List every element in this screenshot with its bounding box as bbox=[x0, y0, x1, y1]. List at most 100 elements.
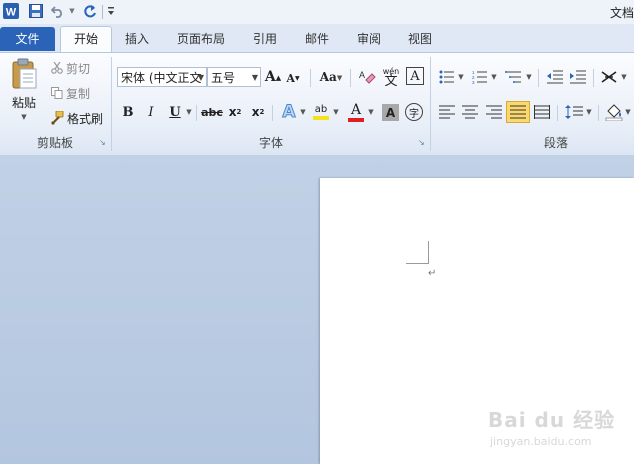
paragraph-group-label: 段落 bbox=[543, 136, 568, 150]
font-name-combo[interactable]: 宋体 (中文正文 ▼ bbox=[117, 67, 207, 87]
format-painter-button[interactable]: 格式刷 bbox=[67, 111, 107, 126]
superscript-icon: x bbox=[251, 105, 260, 119]
clipboard-group-label: 剪贴板 bbox=[36, 136, 73, 150]
font-separator bbox=[272, 105, 273, 121]
copy-button[interactable]: 复制 bbox=[66, 86, 94, 101]
ribbon: 粘贴 ▼ 剪切 复制 格式刷 剪贴板 ↘ 宋体 (中文正文 ▼ 五号 ▼ A ▲ … bbox=[0, 52, 634, 156]
margin-corner-mark bbox=[406, 241, 429, 264]
chinese-layout-icon[interactable] bbox=[599, 67, 619, 87]
font-color-bar bbox=[348, 117, 364, 122]
strikethrough-button[interactable]: abc bbox=[201, 102, 223, 122]
font-separator bbox=[310, 69, 311, 87]
copy-icon[interactable] bbox=[50, 86, 64, 100]
shading-icon[interactable] bbox=[604, 101, 624, 123]
font-separator bbox=[196, 105, 197, 121]
font-color-button[interactable]: A bbox=[346, 101, 366, 123]
bullets-icon[interactable] bbox=[438, 67, 456, 87]
line-spacing-icon[interactable] bbox=[563, 102, 585, 122]
format-painter-icon[interactable] bbox=[50, 111, 64, 125]
enclose-characters-button[interactable]: 字 bbox=[405, 103, 423, 121]
tab-view[interactable]: 视图 bbox=[400, 28, 440, 50]
tab-references[interactable]: 引用 bbox=[245, 28, 285, 50]
font-color-dropdown-icon[interactable]: ▼ bbox=[367, 107, 375, 117]
character-border-icon: A bbox=[410, 68, 420, 84]
highlight-button[interactable]: ab bbox=[311, 101, 331, 123]
paragraph-separator bbox=[598, 105, 599, 121]
font-name-value: 宋体 (中文正文 bbox=[121, 71, 202, 85]
multilevel-list-icon[interactable] bbox=[504, 67, 524, 87]
baidu-watermark: Bai du 经验 bbox=[488, 408, 616, 432]
shading-dropdown-icon[interactable]: ▼ bbox=[624, 107, 632, 117]
paragraph-separator bbox=[593, 69, 594, 87]
shrink-font-icon: A bbox=[286, 71, 295, 85]
line-spacing-dropdown-icon[interactable]: ▼ bbox=[585, 107, 593, 117]
save-icon[interactable] bbox=[28, 3, 44, 19]
paragraph-separator bbox=[538, 69, 539, 87]
chinese-layout-dropdown-icon[interactable]: ▼ bbox=[620, 72, 628, 82]
tab-file[interactable]: 文件 bbox=[0, 27, 55, 51]
font-launcher-icon[interactable]: ↘ bbox=[418, 138, 425, 147]
clear-formatting-icon[interactable]: A bbox=[357, 67, 377, 87]
underline-dropdown-icon[interactable]: ▼ bbox=[184, 107, 194, 117]
svg-text:3: 3 bbox=[472, 80, 475, 84]
align-right-icon[interactable] bbox=[484, 102, 504, 122]
font-group-label: 字体 bbox=[258, 136, 283, 150]
tab-home[interactable]: 开始 bbox=[60, 26, 112, 53]
font-separator bbox=[350, 69, 351, 87]
subscript-button[interactable]: x2 bbox=[227, 102, 243, 122]
undo-icon[interactable] bbox=[50, 3, 66, 19]
subscript-icon: x bbox=[228, 105, 237, 119]
cut-button[interactable]: 剪切 bbox=[66, 61, 94, 76]
numbering-dropdown-icon[interactable]: ▼ bbox=[490, 72, 498, 82]
distributed-icon[interactable] bbox=[532, 102, 552, 122]
character-shading-button[interactable]: A bbox=[382, 104, 399, 121]
underline-button[interactable]: U bbox=[166, 102, 184, 122]
paste-dropdown-icon[interactable]: ▼ bbox=[18, 112, 30, 122]
svg-text:A: A bbox=[359, 70, 365, 80]
font-name-dropdown-icon[interactable]: ▼ bbox=[198, 68, 204, 86]
grow-font-button[interactable]: A ▲ bbox=[265, 67, 281, 87]
text-effects-button[interactable]: A bbox=[279, 101, 299, 123]
tab-insert[interactable]: 插入 bbox=[117, 28, 157, 50]
font-size-value: 五号 bbox=[211, 71, 236, 85]
bold-button[interactable]: B bbox=[119, 102, 137, 122]
phonetic-guide-button[interactable]: wén 文 bbox=[380, 65, 402, 89]
numbering-icon[interactable]: 123 bbox=[471, 67, 489, 87]
customize-qat-icon[interactable] bbox=[106, 3, 116, 19]
character-border-button[interactable]: A bbox=[406, 67, 424, 85]
highlight-icon: ab bbox=[314, 104, 328, 115]
change-case-button[interactable]: Aa ▼ bbox=[316, 67, 346, 87]
tab-mailings[interactable]: 邮件 bbox=[297, 28, 337, 50]
undo-dropdown-icon[interactable]: ▼ bbox=[68, 3, 76, 19]
highlight-dropdown-icon[interactable]: ▼ bbox=[332, 107, 340, 117]
text-effects-dropdown-icon[interactable]: ▼ bbox=[299, 107, 307, 117]
justify-icon[interactable] bbox=[506, 101, 530, 123]
highlight-color-bar bbox=[313, 116, 329, 120]
clipboard-launcher-icon[interactable]: ↘ bbox=[99, 138, 106, 147]
paste-icon[interactable] bbox=[6, 57, 42, 91]
qat-separator bbox=[102, 5, 103, 19]
grow-font-icon: A bbox=[264, 69, 276, 85]
font-size-combo[interactable]: 五号 ▼ bbox=[207, 67, 261, 87]
align-center-icon[interactable] bbox=[460, 102, 480, 122]
increase-indent-icon[interactable] bbox=[568, 67, 588, 87]
shrink-font-button[interactable]: A ▼ bbox=[286, 69, 300, 87]
italic-button[interactable]: I bbox=[142, 102, 160, 122]
phonetic-guide-char: 文 bbox=[384, 74, 398, 89]
decrease-indent-icon[interactable] bbox=[545, 67, 565, 87]
window-title: 文档 bbox=[609, 6, 634, 20]
paragraph-separator bbox=[557, 105, 558, 121]
ribbon-tabs: 文件 开始 插入 页面布局 引用 邮件 审阅 视图 bbox=[0, 24, 634, 53]
cut-icon[interactable] bbox=[50, 61, 64, 75]
multilevel-list-dropdown-icon[interactable]: ▼ bbox=[525, 72, 533, 82]
tab-review[interactable]: 审阅 bbox=[349, 28, 389, 50]
superscript-button[interactable]: x2 bbox=[250, 102, 266, 122]
tab-page-layout[interactable]: 页面布局 bbox=[170, 28, 232, 50]
word-logo-icon[interactable]: W bbox=[2, 3, 20, 19]
paste-button[interactable]: 粘贴 bbox=[4, 94, 44, 110]
align-left-icon[interactable] bbox=[437, 102, 457, 122]
redo-icon[interactable] bbox=[82, 3, 98, 19]
font-size-dropdown-icon[interactable]: ▼ bbox=[252, 68, 258, 86]
bullets-dropdown-icon[interactable]: ▼ bbox=[457, 72, 465, 82]
svg-text:W: W bbox=[6, 7, 17, 19]
